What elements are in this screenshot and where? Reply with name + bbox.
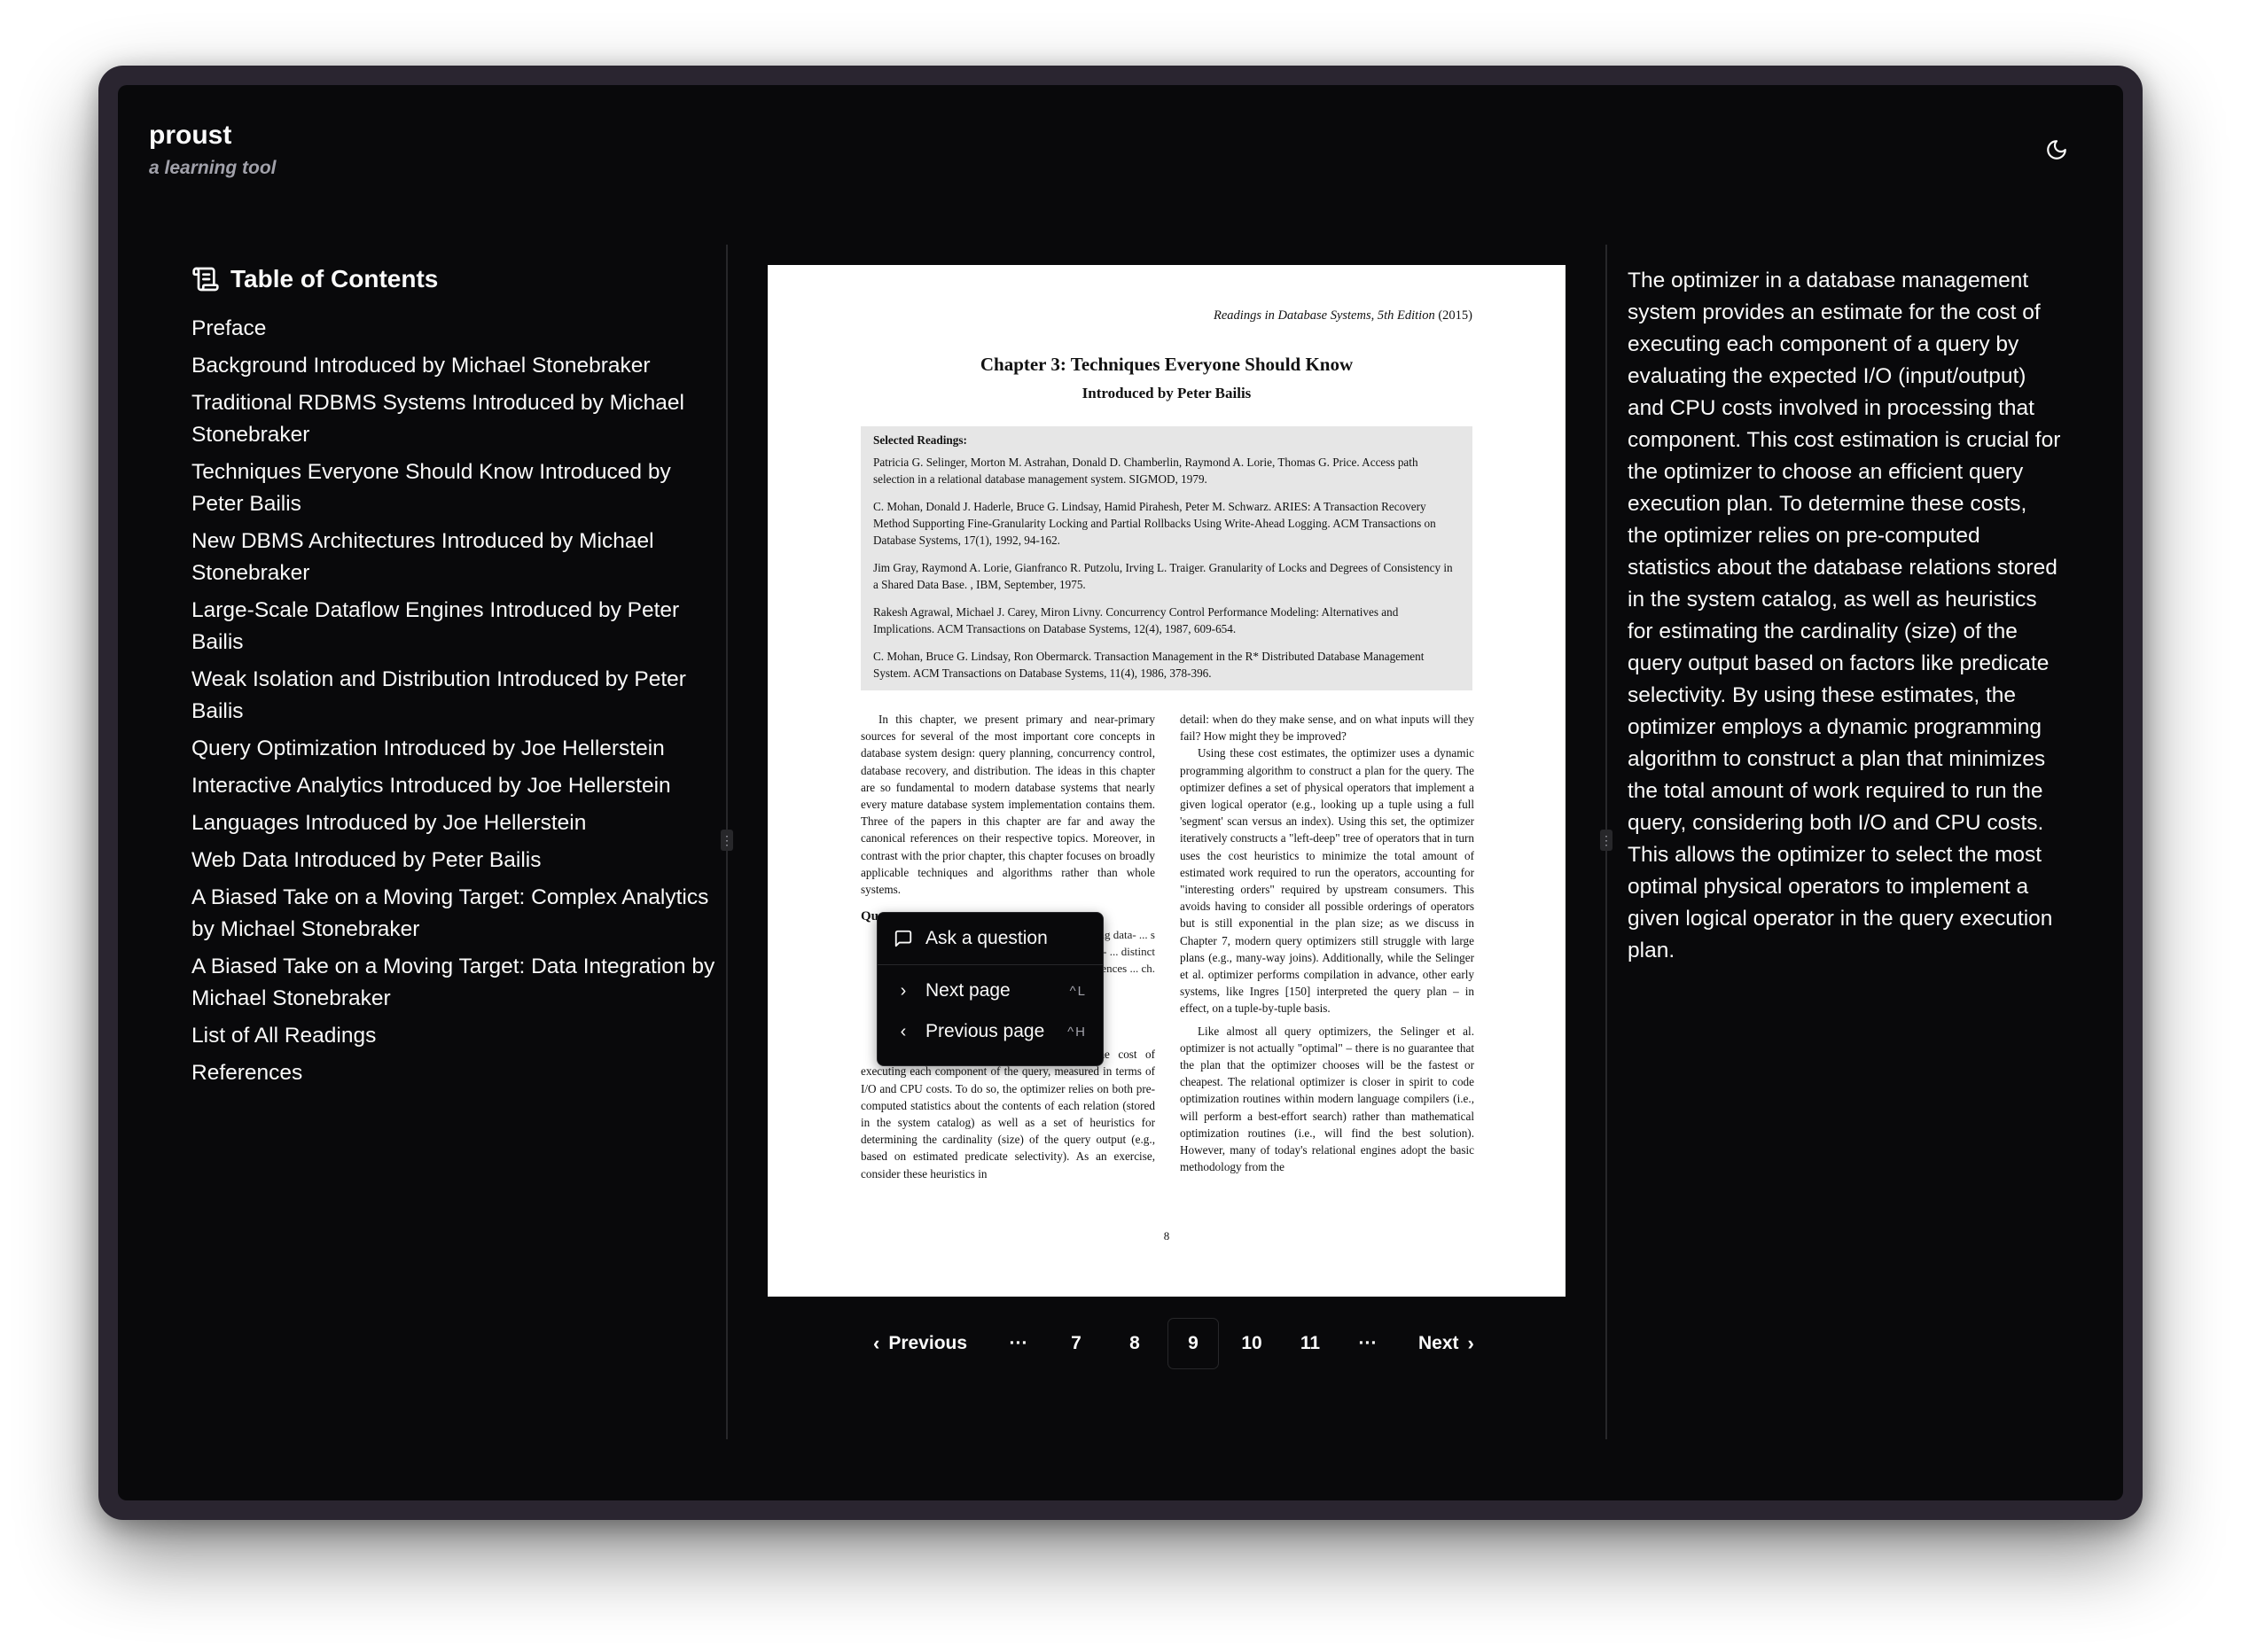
- window-frame: proust a learning tool Table of Contents…: [98, 66, 2143, 1520]
- toc-item[interactable]: Web Data Introduced by Peter Bailis: [191, 845, 723, 877]
- pdf-page: Readings in Database Systems, 5th Editio…: [768, 265, 1566, 1297]
- toc-list: Preface Background Introduced by Michael…: [191, 313, 723, 1089]
- next-label: Next: [1418, 1333, 1459, 1353]
- reading-item: C. Mohan, Donald J. Haderle, Bruce G. Li…: [873, 500, 1436, 547]
- pdf-paragraph: Like almost all query optimizers, the Se…: [1180, 1024, 1474, 1174]
- toc-item[interactable]: Interactive Analytics Introduced by Joe …: [191, 770, 723, 802]
- explanation-panel: The optimizer in a database management s…: [1628, 269, 2061, 962]
- resize-handle-right[interactable]: ⋮: [1600, 830, 1612, 851]
- reading-item: Patricia G. Selinger, Morton M. Astrahan…: [873, 456, 1418, 486]
- pdf-column-right: detail: when do they make sense, and on …: [1180, 711, 1474, 1175]
- grip-vertical-icon: ⋮: [721, 833, 733, 847]
- pdf-running-header: Readings in Database Systems, 5th Editio…: [1214, 308, 1472, 323]
- toc-heading: Table of Contents: [191, 265, 723, 293]
- pdf-chapter-title: Chapter 3: Techniques Everyone Should Kn…: [980, 354, 1354, 375]
- toc-item[interactable]: New DBMS Architectures Introduced by Mic…: [191, 526, 723, 589]
- moon-icon: [2047, 140, 2066, 160]
- toc-item[interactable]: Large-Scale Dataflow Engines Introduced …: [191, 595, 723, 658]
- chevron-left-icon: ‹: [900, 1021, 907, 1041]
- resize-handle-left[interactable]: ⋮: [721, 830, 733, 851]
- panel-divider-left: ⋮: [721, 245, 733, 1439]
- toc-item[interactable]: Techniques Everyone Should Know Introduc…: [191, 456, 723, 520]
- brand: proust a learning tool: [149, 121, 277, 179]
- previous-page-label: Previous page: [925, 1021, 1045, 1041]
- next-page-menu-item[interactable]: › Next page ^L: [883, 970, 1097, 1011]
- toc-title: Table of Contents: [230, 265, 439, 292]
- pdf-header-title: Readings in Database Systems, 5th Editio…: [1214, 308, 1435, 323]
- toc-item[interactable]: Languages Introduced by Joe Hellerstein: [191, 807, 723, 839]
- panel-divider-right: ⋮: [1600, 245, 1612, 1439]
- previous-page-button[interactable]: ‹ Previous: [858, 1318, 982, 1369]
- theme-toggle-button[interactable]: [2042, 135, 2072, 165]
- ask-question-menu-item[interactable]: Ask a question: [883, 918, 1097, 959]
- toc-item[interactable]: A Biased Take on a Moving Target: Comple…: [191, 882, 723, 946]
- next-page-shortcut: ^L: [1069, 983, 1087, 999]
- toc-item[interactable]: Preface: [191, 313, 723, 345]
- context-menu: Ask a question › Next page ^L ‹ Previous…: [877, 912, 1104, 1066]
- toc-item[interactable]: Background Introduced by Michael Stonebr…: [191, 350, 723, 382]
- pdf-paragraph: Using these cost estimates, the optimize…: [1180, 746, 1474, 1016]
- scroll-icon: [192, 267, 219, 292]
- pdf-chapter-subtitle: Introduced by Peter Bailis: [1081, 385, 1252, 401]
- chevron-right-icon: ›: [1467, 1332, 1474, 1354]
- chevron-right-icon: ›: [900, 980, 907, 1001]
- app-screen: proust a learning tool Table of Contents…: [118, 85, 2123, 1500]
- pdf-paragraph: detail: when do they make sense, and on …: [1180, 713, 1474, 744]
- page-button[interactable]: 8: [1109, 1318, 1160, 1369]
- app-tagline: a learning tool: [149, 158, 277, 178]
- next-page-label: Next page: [925, 980, 1011, 1001]
- page-button[interactable]: 10: [1226, 1318, 1277, 1369]
- pdf-header-year: (2015): [1434, 308, 1472, 323]
- message-square-icon: [894, 930, 912, 947]
- grip-vertical-icon: ⋮: [1600, 833, 1612, 847]
- selected-readings-box: Selected Readings: Patricia G. Selinger,…: [861, 426, 1472, 690]
- pagination-ellipsis: ···: [1358, 1333, 1378, 1353]
- page-button-current[interactable]: 9: [1167, 1318, 1219, 1369]
- toc-item[interactable]: A Biased Take on a Moving Target: Data I…: [191, 951, 723, 1015]
- reading-item: Jim Gray, Raymond A. Lorie, Gianfranco R…: [873, 561, 1453, 591]
- pdf-paragraph: In this chapter, we present primary and …: [861, 713, 1155, 897]
- pdf-paragraph: The optimizer provides an estimate for t…: [861, 1048, 1155, 1181]
- reading-item: Rakesh Agrawal, Michael J. Carey, Miron …: [873, 605, 1399, 635]
- page-button[interactable]: 7: [1050, 1318, 1102, 1369]
- toc-item[interactable]: Weak Isolation and Distribution Introduc…: [191, 664, 723, 728]
- previous-page-shortcut: ^H: [1067, 1024, 1087, 1040]
- toc-item[interactable]: List of All Readings: [191, 1020, 723, 1052]
- previous-page-menu-item[interactable]: ‹ Previous page ^H: [883, 1011, 1097, 1052]
- toc-item[interactable]: Traditional RDBMS Systems Introduced by …: [191, 387, 723, 451]
- app-name: proust: [149, 121, 232, 150]
- toc-item[interactable]: References: [191, 1057, 723, 1089]
- previous-label: Previous: [888, 1333, 968, 1353]
- ask-question-label: Ask a question: [925, 928, 1048, 948]
- page-button[interactable]: 11: [1284, 1318, 1336, 1369]
- next-page-button[interactable]: Next ›: [1403, 1318, 1489, 1369]
- chevron-left-icon: ‹: [873, 1332, 880, 1354]
- table-of-contents: Table of Contents Preface Background Int…: [191, 265, 723, 1095]
- toc-item[interactable]: Query Optimization Introduced by Joe Hel…: [191, 733, 723, 765]
- pdf-page-number: 8: [1163, 1229, 1170, 1243]
- menu-separator: [878, 964, 1103, 965]
- reading-item: C. Mohan, Bruce G. Lindsay, Ron Obermarc…: [873, 650, 1425, 680]
- readings-heading: Selected Readings:: [873, 433, 967, 447]
- pagination-ellipsis: ···: [1009, 1333, 1028, 1353]
